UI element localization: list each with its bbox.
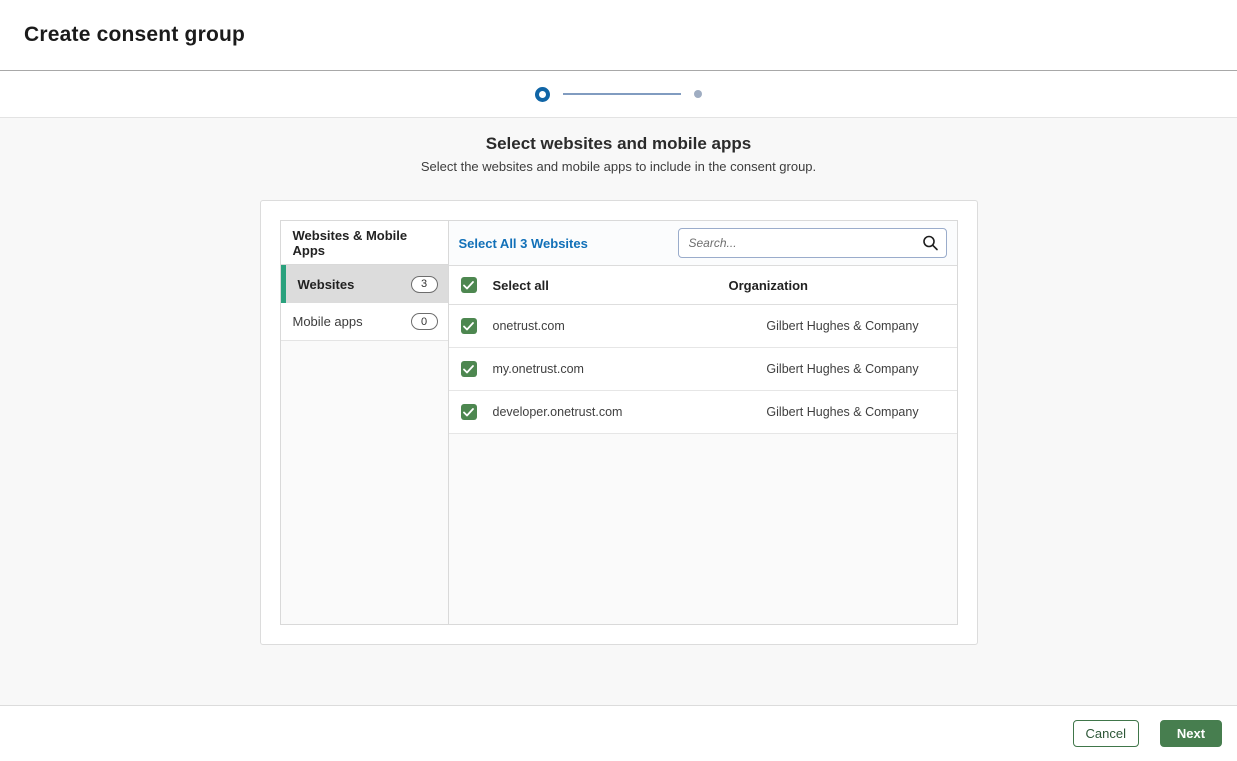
search-field-wrapper xyxy=(678,228,947,258)
sidebar-item-mobile-apps[interactable]: Mobile apps 0 xyxy=(281,303,448,341)
mobile-apps-count-badge: 0 xyxy=(411,313,438,330)
search-input[interactable] xyxy=(678,228,947,258)
sidebar-empty-area xyxy=(281,341,448,624)
create-consent-group-dialog: Create consent group Select websites and… xyxy=(0,0,1237,761)
table-header-row: Select all Organization xyxy=(449,266,957,305)
table-row[interactable]: onetrust.com Gilbert Hughes & Company xyxy=(449,305,957,348)
step-subtitle: Select the websites and mobile apps to i… xyxy=(0,159,1237,174)
step-2-inactive-icon[interactable] xyxy=(694,90,702,98)
website-name: developer.onetrust.com xyxy=(493,405,729,419)
select-all-websites-link[interactable]: Select All 3 Websites xyxy=(459,236,588,251)
row-checkbox[interactable] xyxy=(461,318,477,334)
row-checkbox[interactable] xyxy=(461,404,477,420)
cancel-button[interactable]: Cancel xyxy=(1073,720,1139,747)
sidebar-header-label: Websites & Mobile Apps xyxy=(293,228,436,258)
website-name: onetrust.com xyxy=(493,319,729,333)
websites-count-badge: 3 xyxy=(411,276,438,293)
step-1-active-icon[interactable] xyxy=(535,87,550,102)
table-row[interactable]: my.onetrust.com Gilbert Hughes & Company xyxy=(449,348,957,391)
website-name: my.onetrust.com xyxy=(493,362,729,376)
search-icon[interactable] xyxy=(922,235,939,252)
page-title: Create consent group xyxy=(24,23,245,47)
wizard-stepper-band xyxy=(0,71,1237,118)
dialog-header: Create consent group xyxy=(0,0,1237,71)
sidebar-item-websites[interactable]: Websites 3 xyxy=(281,265,448,303)
step-intro: Select websites and mobile apps Select t… xyxy=(0,134,1237,174)
wizard-stepper xyxy=(535,87,702,102)
next-button[interactable]: Next xyxy=(1160,720,1222,747)
step-title: Select websites and mobile apps xyxy=(0,134,1237,154)
sidebar-item-label: Websites xyxy=(298,277,355,292)
row-checkbox[interactable] xyxy=(461,361,477,377)
row-checkbox-cell xyxy=(449,361,493,377)
websites-table: Select All 3 Websites xyxy=(449,220,958,625)
header-checkbox-cell xyxy=(449,277,493,293)
sidebar-item-label: Mobile apps xyxy=(293,314,363,329)
main-content: Select websites and mobile apps Select t… xyxy=(0,118,1237,705)
row-checkbox-cell xyxy=(449,404,493,420)
organization-column-header: Organization xyxy=(729,278,957,293)
category-sidebar: Websites & Mobile Apps Websites 3 Mobile… xyxy=(280,220,449,625)
table-empty-area xyxy=(449,434,957,624)
row-checkbox-cell xyxy=(449,318,493,334)
selection-panel: Websites & Mobile Apps Websites 3 Mobile… xyxy=(260,200,978,645)
dialog-footer: Cancel Next xyxy=(0,705,1237,761)
table-row[interactable]: developer.onetrust.com Gilbert Hughes & … xyxy=(449,391,957,434)
stepper-connector-line xyxy=(563,93,681,95)
selected-indicator-bar xyxy=(281,265,286,303)
sidebar-header: Websites & Mobile Apps xyxy=(281,221,448,265)
table-toolbar: Select All 3 Websites xyxy=(449,221,957,266)
website-organization: Gilbert Hughes & Company xyxy=(729,405,957,419)
select-all-checkbox[interactable] xyxy=(461,277,477,293)
website-organization: Gilbert Hughes & Company xyxy=(729,362,957,376)
website-organization: Gilbert Hughes & Company xyxy=(729,319,957,333)
select-all-column-header: Select all xyxy=(493,278,729,293)
